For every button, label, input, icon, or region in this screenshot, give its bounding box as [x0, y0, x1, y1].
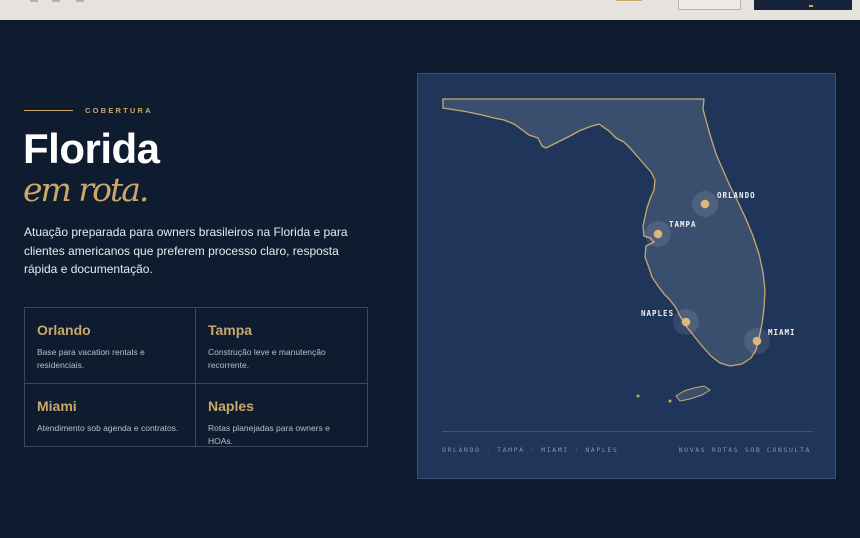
pin-label-miami: MIAMI	[768, 328, 796, 337]
florida-landmass	[442, 98, 766, 367]
map-footer-note: NOVAS ROTAS SOB CONSULTA	[678, 446, 811, 454]
city-name: Naples	[208, 398, 254, 414]
city-name: Tampa	[208, 322, 253, 338]
pin-miami[interactable]: MIAMI	[744, 328, 796, 354]
city-card-tampa: Tampa Construção leve e manutenção recor…	[196, 308, 367, 384]
pin-label-orlando: ORLANDO	[717, 191, 756, 200]
brand-logo[interactable]	[30, 0, 90, 4]
nav-accent	[616, 0, 642, 1]
florida-keys	[675, 385, 711, 402]
city-description: Atendimento sob agenda e contratos.	[37, 423, 179, 433]
section-eyebrow: COBERTURA	[24, 106, 224, 116]
florida-map: ORLANDO TAMPA NAPLES MIAMI	[442, 98, 796, 403]
city-description: Rotas planejadas para owners e HOAs.	[208, 423, 330, 446]
keys-dot	[636, 394, 640, 398]
pin-naples[interactable]: NAPLES	[641, 309, 699, 335]
city-card-miami: Miami Atendimento sob agenda e contratos…	[25, 384, 196, 446]
eyebrow-label: COBERTURA	[85, 106, 153, 115]
top-header	[0, 0, 860, 20]
section-title: Florida	[23, 125, 160, 172]
city-name: Orlando	[37, 322, 91, 338]
city-name: Miami	[37, 398, 77, 414]
header-cta-button[interactable]	[754, 0, 852, 10]
map-footer-cities: ORLANDO · TAMPA · MIAMI · NAPLES	[442, 446, 619, 454]
city-card-naples: Naples Rotas planejadas para owners e HO…	[196, 384, 367, 446]
section-lead: Atuação preparada para owners brasileiro…	[24, 225, 348, 276]
florida-map-panel: ORLANDO TAMPA NAPLES MIAMI ORLANDO · TAM…	[417, 73, 836, 479]
eyebrow-rule	[24, 110, 73, 111]
city-description: Construção leve e manutenção recorrente.	[208, 347, 326, 370]
cities-grid: Orlando Base para vacation rentals e res…	[24, 307, 368, 447]
city-card-orlando: Orlando Base para vacation rentals e res…	[25, 308, 196, 384]
map-divider	[442, 431, 813, 432]
pin-label-naples: NAPLES	[641, 309, 674, 318]
header-secondary-button[interactable]	[678, 0, 741, 10]
keys-dot	[668, 399, 672, 403]
city-description: Base para vacation rentals e residenciai…	[37, 347, 145, 370]
section-subtitle: em rota.	[23, 170, 149, 209]
pin-label-tampa: TAMPA	[669, 220, 697, 229]
